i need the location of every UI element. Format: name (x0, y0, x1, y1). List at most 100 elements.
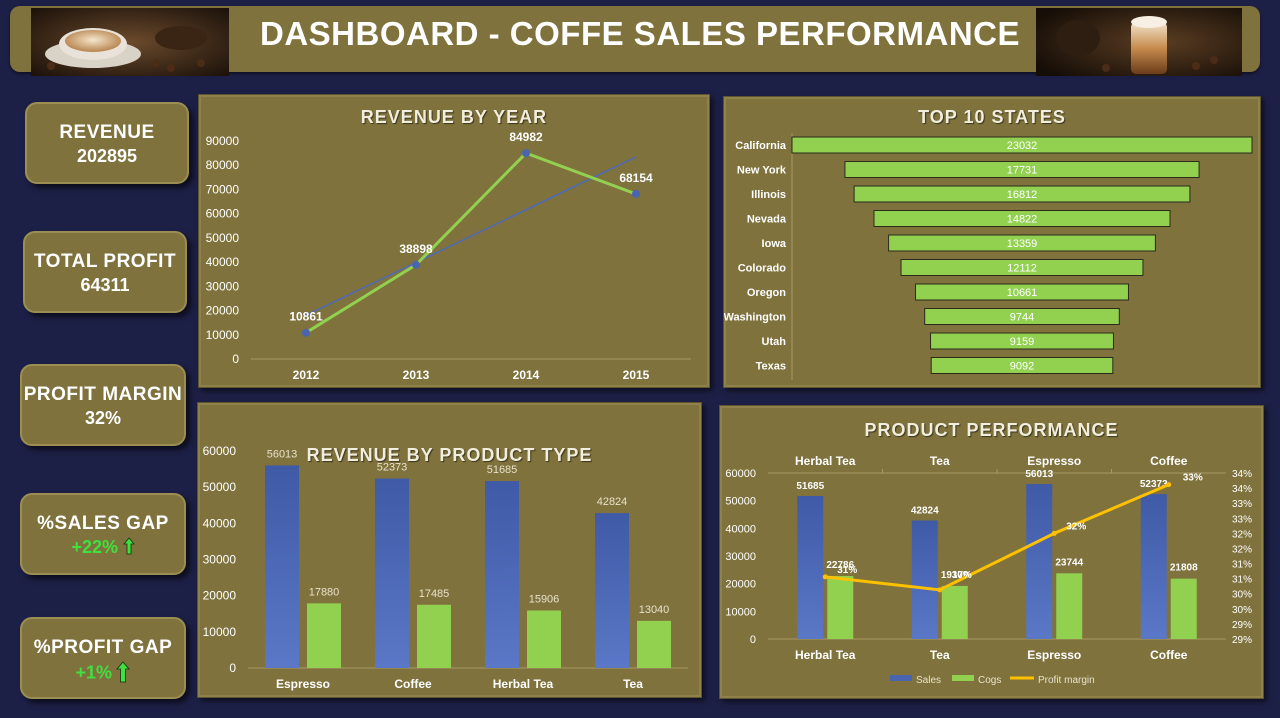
y-tick-label: 50000 (725, 496, 756, 508)
y-tick-label: 70000 (206, 182, 240, 196)
y2-tick-label: 29% (1232, 635, 1252, 646)
y-tick-label: 80000 (206, 158, 240, 172)
legend-label: Cogs (978, 675, 1001, 686)
x-tick-label: Herbal Tea (795, 648, 856, 662)
cogs-bar (527, 610, 561, 668)
arrow-up-icon (116, 661, 131, 688)
product-performance-panel: PRODUCT PERFORMANCE 0 10000 20000 30000 4000… (719, 405, 1264, 699)
kpi-profit-gap-card: %PROFIT GAP +1% (20, 617, 186, 699)
revenue-by-product-panel: REVENUE BY PRODUCT TYPE 0 10000 20000 30000… (197, 402, 702, 698)
sales-bar (797, 496, 824, 639)
coffee-photo-right (1036, 8, 1242, 76)
data-point (302, 328, 310, 337)
x-tick-label: Coffee (1150, 648, 1188, 662)
profit-margin-line (825, 483, 1170, 592)
cogs-bar (637, 620, 671, 668)
data-label: 38898 (399, 242, 433, 256)
kpi-revenue-value: 202895 (76, 146, 138, 166)
state-value: 13359 (1007, 238, 1038, 250)
state-label: Washington (724, 312, 786, 324)
state-label: Nevada (747, 214, 787, 226)
profit-margin-point (1166, 482, 1172, 488)
state-label: New York (737, 165, 787, 177)
x-tick-label: 2015 (623, 368, 650, 382)
y2-tick-label: 29% (1232, 620, 1252, 631)
x-tick-label: 2013 (403, 368, 430, 382)
data-label: 56013 (267, 448, 298, 460)
legend-swatch-cogs (952, 675, 974, 681)
y-tick-label: 50000 (203, 480, 237, 494)
y2-tick-label: 31% (1232, 575, 1252, 586)
data-label: 51685 (796, 481, 824, 492)
state-label: California (735, 140, 787, 152)
coffee-photo-left (31, 8, 229, 76)
kpi-profit-card: TOTAL PROFIT 64311 (23, 231, 187, 313)
revenue-by-year-chart: 0 10000 20000 30000 40000 50000 60000 70000 8000… (206, 130, 691, 382)
data-label: 23744 (1055, 557, 1083, 568)
y-tick-label: 40000 (725, 523, 756, 535)
top-states-chart: California 23032 New York 17731 Illinois 1681… (724, 133, 1253, 380)
data-label: 51685 (487, 464, 518, 476)
top-category-label: Herbal Tea (795, 454, 856, 468)
kpi-revenue-card: REVENUE 202895 (25, 102, 189, 184)
revenue-by-product-chart: 0 10000 20000 30000 40000 50000 60000 56013 1788… (203, 444, 688, 691)
cogs-bar (1170, 578, 1197, 639)
x-tick-label: 2014 (513, 368, 540, 382)
y-tick-label: 90000 (206, 134, 240, 148)
margin-label: 33% (1183, 473, 1203, 484)
data-label: 52373 (1140, 479, 1168, 490)
y2-tick-label: 31% (1232, 560, 1252, 571)
y-tick-label: 60000 (725, 468, 756, 480)
x-tick-label: Tea (930, 648, 950, 662)
state-label: Illinois (751, 189, 786, 201)
y-tick-label: 40000 (203, 516, 237, 530)
profit-margin-point (1051, 530, 1057, 536)
y-tick-label: 40000 (206, 255, 240, 269)
x-tick-label: Espresso (276, 677, 330, 691)
y2-tick-label: 34% (1232, 469, 1252, 480)
y2-tick-label: 30% (1232, 605, 1252, 616)
top-category-label: Tea (930, 454, 950, 468)
y-tick-label: 30000 (203, 553, 237, 567)
sales-bar (1026, 484, 1053, 639)
trendline (305, 156, 637, 317)
profit-margin-point (937, 587, 943, 593)
y-tick-label: 10000 (725, 606, 756, 618)
state-value: 9159 (1010, 336, 1034, 348)
top-category-label: Coffee (1150, 454, 1188, 468)
top-states-panel: TOP 10 STATES California 23032 New York 177… (723, 96, 1261, 388)
legend-label: Sales (916, 675, 941, 686)
kpi-margin-card: PROFIT MARGIN 32% (20, 364, 186, 446)
data-label: 15906 (529, 593, 560, 605)
kpi-sales-gap-card: %SALES GAP +22% (20, 493, 186, 575)
x-tick-label: Coffee (394, 677, 432, 691)
legend-swatch-sales (890, 675, 912, 681)
sales-bar (1140, 494, 1167, 639)
data-label: 10861 (289, 310, 323, 324)
data-label: 13040 (639, 604, 670, 616)
x-tick-label: Herbal Tea (493, 677, 554, 691)
cogs-bar (941, 585, 968, 639)
y-tick-label: 0 (750, 634, 756, 646)
state-label: Iowa (762, 238, 787, 250)
data-label: 42824 (911, 506, 939, 517)
data-label: 52373 (377, 462, 408, 474)
dashboard-title: DASHBOARD - COFFE SALES PERFORMANCE (259, 15, 1021, 52)
state-label: Texas (756, 361, 786, 373)
y-tick-label: 0 (232, 352, 239, 366)
state-value: 17731 (1007, 165, 1038, 177)
x-tick-label: 2012 (293, 368, 320, 382)
y-tick-label: 0 (229, 661, 236, 675)
y-tick-label: 20000 (206, 304, 240, 318)
dashboard-frame: DASHBOARD - COFFE SALES PERFORMANCE REVE… (0, 0, 1280, 718)
data-label: 56013 (1025, 469, 1053, 480)
y-tick-label: 20000 (203, 589, 237, 603)
state-label: Colorado (738, 263, 787, 275)
kpi-profit-label: TOTAL PROFIT (33, 251, 177, 272)
data-label: 68154 (619, 171, 653, 185)
data-label: 42824 (597, 496, 628, 508)
y2-tick-label: 34% (1232, 484, 1252, 495)
kpi-margin-value: 32% (84, 408, 122, 428)
sales-bar (265, 465, 299, 668)
margin-label: 30% (952, 570, 972, 581)
